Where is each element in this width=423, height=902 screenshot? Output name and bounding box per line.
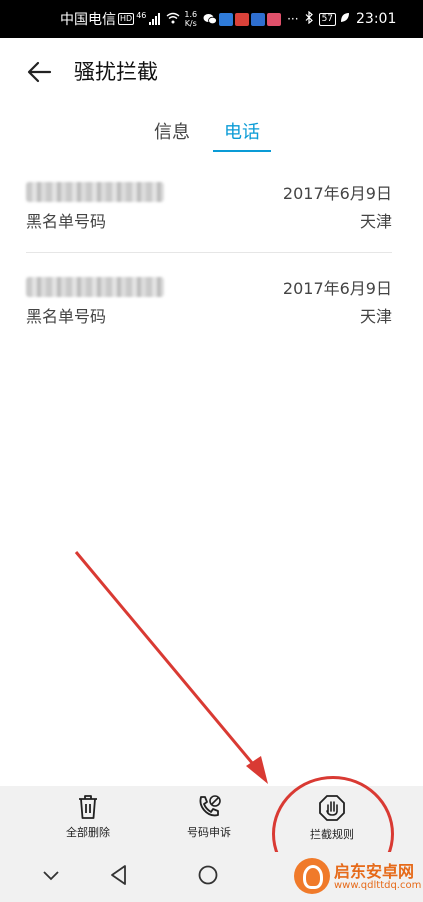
- triangle-back-icon: [111, 865, 126, 885]
- carrier-name: 中国电信: [60, 12, 116, 28]
- block-rules-label: 拦截规则: [310, 828, 354, 841]
- watermark-name: 启东安卓网: [334, 862, 415, 881]
- call-type: 黑名单号码: [26, 307, 107, 326]
- number-appeal-label: 号码申诉: [187, 826, 231, 839]
- hand-stop-icon: [319, 795, 345, 821]
- app-header: 骚扰拦截: [0, 38, 423, 104]
- blurred-phone-number: [26, 182, 164, 202]
- app-icon-pink: [267, 12, 282, 26]
- watermark-logo: [294, 858, 330, 894]
- call-type: 黑名单号码: [26, 212, 107, 231]
- call-row[interactable]: 2017年6月9日 黑名单号码 天津: [26, 180, 392, 260]
- delete-all-button[interactable]: 全部删除: [38, 794, 138, 840]
- phone-blocked-icon: [199, 795, 221, 817]
- app-icon-translate: [251, 12, 266, 26]
- call-location: 天津: [359, 212, 392, 231]
- tab-bar: 信息 电话: [0, 118, 423, 152]
- delete-all-label: 全部删除: [66, 826, 110, 839]
- network-type: 46: [136, 10, 147, 20]
- hide-nav-button[interactable]: [40, 864, 62, 890]
- watermark-url: www.qdlttdq.com: [334, 880, 422, 891]
- notification-icons: [203, 12, 282, 26]
- trash-icon: [79, 795, 97, 819]
- signal-icon: [149, 13, 161, 25]
- back-button[interactable]: [24, 56, 56, 88]
- wechat-icon: [203, 13, 218, 26]
- bottom-action-bar: 全部删除 号码申诉 拦截规则: [0, 786, 423, 852]
- nav-home-button[interactable]: [197, 864, 219, 890]
- divider: [26, 252, 392, 253]
- clock: 23:01: [356, 11, 397, 27]
- battery-icon: 57: [318, 12, 337, 26]
- net-speed: 1.6 K/s: [184, 10, 197, 28]
- number-appeal-button[interactable]: 号码申诉: [159, 794, 259, 840]
- chevron-down-icon: [43, 871, 59, 881]
- app-icon-red: [235, 12, 250, 26]
- more-notifications: ···: [287, 12, 299, 26]
- status-bar: 中国电信 HD 46 1.6 K/s ··· 57 23:01: [0, 0, 423, 38]
- page-title: 骚扰拦截: [74, 60, 158, 84]
- leaf-icon: [340, 12, 350, 26]
- call-location: 天津: [359, 307, 392, 326]
- block-rules-button[interactable]: 拦截规则: [282, 794, 382, 842]
- circle-home-icon: [198, 865, 218, 885]
- arrow-left-icon: [27, 61, 52, 83]
- call-date: 2017年6月9日: [282, 184, 392, 203]
- tab-calls[interactable]: 电话: [224, 118, 260, 144]
- active-tab-indicator: [213, 150, 271, 152]
- app-icon-blue: [219, 12, 234, 26]
- call-date: 2017年6月9日: [282, 279, 392, 298]
- net-speed-unit: K/s: [184, 19, 197, 28]
- nav-back-button[interactable]: [108, 864, 130, 890]
- blurred-phone-number: [26, 277, 164, 297]
- bluetooth-icon: [305, 10, 313, 27]
- hd-badge: HD: [118, 13, 135, 25]
- site-watermark: 启东安卓网 www.qdlttdq.com: [292, 856, 422, 898]
- net-speed-value: 1.6: [184, 10, 198, 19]
- wifi-icon: [166, 12, 180, 27]
- call-row[interactable]: 2017年6月9日 黑名单号码 天津: [26, 275, 392, 355]
- tab-messages[interactable]: 信息: [154, 118, 190, 144]
